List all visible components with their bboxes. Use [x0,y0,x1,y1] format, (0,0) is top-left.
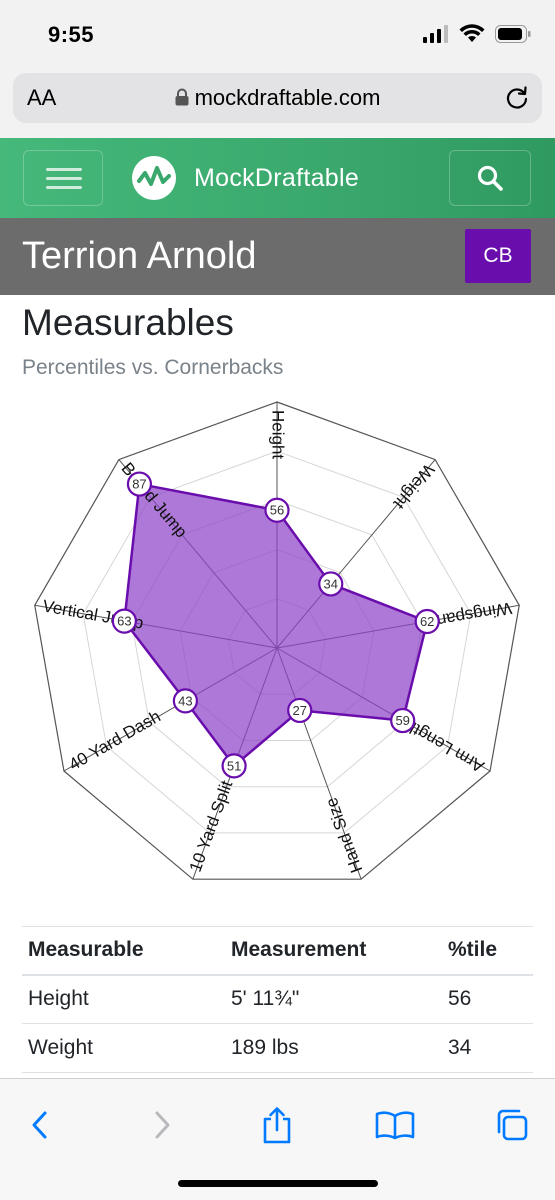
hamburger-icon-line [46,177,82,180]
site-navbar: MockDraftable [0,138,555,218]
url-text: mockdraftable.com [194,85,381,110]
bookmarks-button[interactable] [373,1105,417,1145]
radar-data-label: 43 [178,693,192,708]
radar-data-label: 59 [395,713,409,728]
radar-data-label: 51 [227,758,241,773]
table-cell: Weight [22,1023,225,1073]
radar-axis-label: Wingspan [435,598,513,630]
forward-button[interactable] [140,1105,184,1145]
section-title: Measurables [22,302,234,343]
share-icon [263,1107,291,1144]
section-subtitle: Percentiles vs. Cornerbacks [22,356,284,379]
radar-data-label: 62 [420,614,434,629]
radar-axis-label: Height [269,410,288,459]
table-row: Weight 189 lbs 34 [22,1023,533,1073]
chevron-left-icon [32,1111,47,1139]
tabs-button[interactable] [490,1105,534,1145]
table-cell: 5' 11¾" [225,974,442,1024]
tabs-icon [497,1109,528,1141]
url-display[interactable]: mockdraftable.com [13,85,542,111]
search-button[interactable] [449,150,531,206]
measurables-table: Measurable Measurement %tile Height 5' 1… [22,926,533,1073]
table-cell: Height [22,974,225,1024]
position-badge[interactable]: CB [465,229,531,283]
back-button[interactable] [18,1105,62,1145]
book-icon [375,1111,415,1140]
radar-axis-label: Arm Length [402,716,488,776]
radar-data-label: 34 [324,576,338,591]
status-time: 9:55 [48,22,95,47]
browser-address-area: AA mockdraftable.com [0,64,555,138]
brand-name: MockDraftable [194,163,360,192]
column-header-percentile[interactable]: %tile [442,926,533,976]
radar-data-label: 56 [270,503,284,518]
battery-icon [495,25,531,43]
home-indicator [178,1180,378,1187]
hamburger-icon-line [46,186,82,189]
radar-axis-label: Hand Size [322,795,367,875]
brand-link[interactable]: MockDraftable [130,154,359,202]
table-cell: 189 lbs [225,1023,442,1073]
radar-axis-label: 40 Yard Dash [66,707,164,775]
cellular-signal-icon [423,25,448,43]
lock-icon [175,88,189,106]
menu-button[interactable] [23,150,103,206]
wifi-icon [459,24,485,42]
player-header: Terrion Arnold CB [0,218,555,295]
chevron-right-icon [155,1111,170,1139]
radar-data-label: 87 [132,477,146,492]
table-row: Height 5' 11¾" 56 [22,974,533,1024]
radar-axis-label: 10 Yard Split [186,778,237,875]
radar-axis-label: Weight [389,460,438,513]
table-cell: 56 [442,974,533,1024]
address-bar[interactable]: AA mockdraftable.com [13,73,542,123]
status-icons [423,24,531,44]
table-header-row: Measurable Measurement %tile [22,926,533,976]
share-button[interactable] [255,1105,299,1145]
mockdraftable-logo-icon [132,156,176,200]
reload-icon[interactable] [504,84,530,112]
column-header-measurable[interactable]: Measurable [22,926,225,976]
search-icon [477,165,503,191]
radar-data-label: 27 [292,703,306,718]
radar-chart: Height Weight Wingspan Arm Length Hand Size 1… [34,401,520,880]
player-name: Terrion Arnold [22,235,257,277]
hamburger-icon [46,168,82,171]
radar-data-label: 63 [117,614,131,629]
column-header-measurement[interactable]: Measurement [225,926,442,976]
status-bar: 9:55 [0,0,555,64]
table-cell: 34 [442,1023,533,1073]
